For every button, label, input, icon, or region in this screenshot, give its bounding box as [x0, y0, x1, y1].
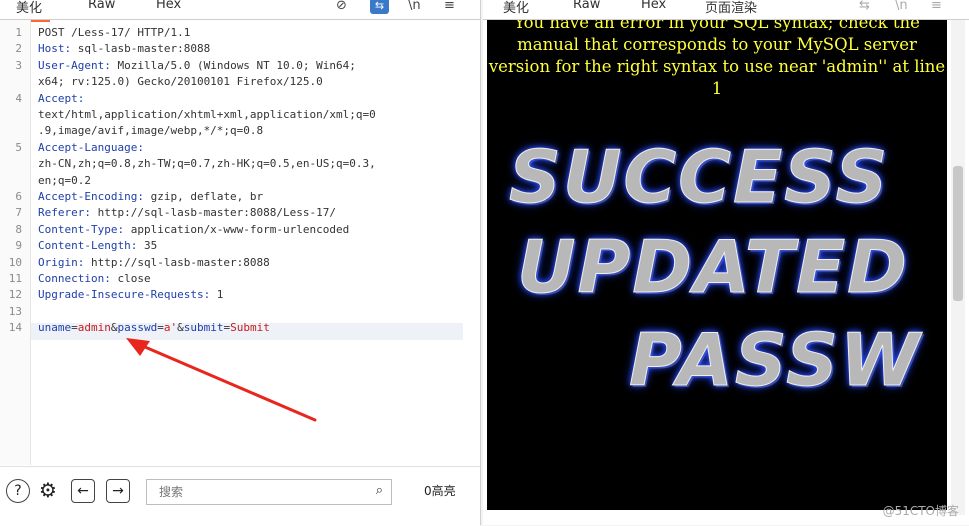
code-token: Host: [38, 42, 72, 56]
tab-hex[interactable]: Hex [641, 0, 666, 12]
banner-line-2: UPDATED [517, 225, 909, 310]
search-input[interactable] [157, 480, 361, 504]
tab-raw[interactable]: Raw [88, 0, 115, 12]
code-line: POST /Less-17/ HTTP/1.1 [38, 26, 190, 39]
wrap-icon[interactable]: ⇆ [370, 0, 389, 14]
line-number: 4 [15, 91, 22, 105]
line-number: 9 [15, 239, 22, 253]
code-line: Accept: [38, 92, 84, 105]
code-token: Mozilla/5.0 (Windows NT 10.0; Win64; [110, 58, 356, 72]
back-arrow-icon[interactable]: ← [71, 479, 95, 503]
search-box[interactable]: ⌕ [146, 479, 392, 505]
code-token: & [110, 321, 118, 335]
code-line: Accept-Language: [38, 141, 144, 154]
line-number: 3 [15, 58, 22, 72]
request-pane: 美化 Raw Hex ⊘ ⇆ \n ≡ 1 POST /Less-17/ HTTP… [0, 0, 481, 526]
line-number: 1 [15, 26, 22, 39]
code-line: .9,image/avif,image/webp,*/*;q=0.8 [38, 124, 263, 137]
code-token: Content-Type: [38, 222, 125, 236]
tab-raw[interactable]: Raw [573, 0, 600, 12]
line-number: 11 [8, 272, 22, 285]
code-token: Accept-Language: [38, 140, 144, 154]
code-token: POST /Less-17/ HTTP/1.1 [38, 26, 191, 39]
code-line: Referer: http://sql-lasb-master:8088/Les… [38, 206, 336, 219]
help-icon[interactable]: ? [6, 479, 30, 503]
response-tabbar: 美化 Raw Hex 页面渲染 ⇆ \n ≡ [483, 0, 969, 22]
code-token: .9,image/avif,image/webp,*/*;q=0.8 [38, 124, 264, 138]
line-number: 8 [15, 222, 22, 236]
forward-arrow-icon[interactable]: → [106, 479, 130, 503]
code-line: Host: sql-lasb-master:8088 [38, 42, 210, 55]
code-token: sql-lasb-master:8088 [71, 42, 211, 56]
code-line: zh-CN,zh;q=0.8,zh-TW;q=0.7,zh-HK;q=0.5,e… [38, 157, 376, 170]
red-arrow [126, 338, 317, 422]
code-token: text/html,application/xhtml+xml,applicat… [38, 108, 376, 121]
code-token: admin [77, 321, 111, 335]
line-number: 6 [15, 190, 22, 203]
request-tabbar: 美化 Raw Hex ⊘ ⇆ \n ≡ [0, 0, 480, 22]
code-token: gzip, deflate, br [143, 190, 264, 203]
code-token: User-Agent: [38, 58, 111, 72]
tab-hex[interactable]: Hex [156, 0, 181, 12]
line-number: 7 [15, 206, 22, 220]
code-token: x64; rv:125.0) Gecko/20100101 Firefox/12… [38, 75, 323, 89]
line-number: 14 [8, 321, 22, 335]
code-token: en;q=0.2 [38, 173, 91, 187]
code-token: Connection: [38, 272, 111, 285]
code-token: Referer: [38, 206, 91, 220]
newline-icon[interactable]: \n [408, 0, 421, 13]
gear-icon[interactable]: ⚙ [37, 479, 59, 501]
sql-error-message: You have an error in your SQL syntax; ch… [488, 20, 946, 98]
tab-pretty[interactable]: 美化 [7, 0, 51, 22]
tab-render[interactable]: 页面渲染 [696, 0, 766, 22]
footer-toolbar: ? ⚙ ← → ⌕ 0高亮 [0, 466, 480, 526]
line-number: 12 [8, 288, 22, 302]
tab-pretty[interactable]: 美化 [503, 0, 529, 16]
newline-icon[interactable]: \n [895, 0, 908, 13]
code-line: Accept-Encoding: gzip, deflate, br [38, 190, 263, 203]
code-token: = [71, 321, 78, 335]
code-line: Content-Type: application/x-www-form-url… [38, 223, 349, 236]
line-number: 10 [8, 255, 22, 269]
eye-off-icon[interactable]: ⊘ [336, 0, 347, 13]
code-token: Origin: [38, 255, 85, 269]
code-line: text/html,application/xhtml+xml,applicat… [38, 108, 376, 121]
code-token: uname [38, 321, 72, 335]
banner-line-3: PASSW [628, 318, 922, 403]
rendered-page: You have an error in your SQL syntax; ch… [487, 20, 947, 510]
code-line: Origin: http://sql-lasb-master:8088 [38, 256, 270, 269]
line-number: 5 [15, 140, 22, 154]
code-line: User-Agent: Mozilla/5.0 (Windows NT 10.0… [38, 59, 356, 72]
wrap-icon[interactable]: ⇆ [859, 0, 870, 13]
scrollbar-thumb[interactable] [953, 166, 963, 301]
code-token: Content-Length: [38, 239, 138, 253]
render-scrollbar[interactable] [951, 20, 965, 515]
code-token: http://sql-lasb-master:8088 [84, 255, 270, 269]
code-line: x64; rv:125.0) Gecko/20100101 Firefox/12… [38, 75, 323, 88]
code-line: en;q=0.2 [38, 174, 91, 187]
line-number: 2 [15, 42, 22, 56]
code-token: 35 [137, 239, 158, 253]
code-token: Upgrade-Insecure-Requests: [38, 288, 211, 302]
line-number: 13 [8, 304, 22, 318]
code-token: 1 [210, 288, 224, 302]
code-line: Content-Length: 35 [38, 239, 157, 252]
menu-icon[interactable]: ≡ [931, 0, 942, 13]
banner-line-1: SUCCESS [508, 135, 890, 220]
response-pane: 美化 Raw Hex 页面渲染 ⇆ \n ≡ You have an error… [483, 0, 969, 525]
code-token: zh-CN,zh;q=0.8,zh-TW;q=0.7,zh-HK;q=0.5,e… [38, 157, 376, 171]
code-line: Upgrade-Insecure-Requests: 1 [38, 288, 223, 301]
search-icon[interactable]: ⌕ [376, 483, 383, 498]
code-token: Accept-Encoding: [38, 190, 144, 203]
code-token: application/x-www-form-urlencoded [124, 222, 350, 236]
watermark: @51CTO博客 [882, 504, 959, 518]
code-line: Connection: close [38, 272, 151, 285]
highlight-count: 0高亮 [424, 484, 456, 498]
code-token: Accept: [38, 91, 85, 105]
code-token: close [110, 272, 151, 285]
code-token: http://sql-lasb-master:8088/Less-17/ [90, 206, 337, 220]
menu-icon[interactable]: ≡ [444, 0, 455, 13]
